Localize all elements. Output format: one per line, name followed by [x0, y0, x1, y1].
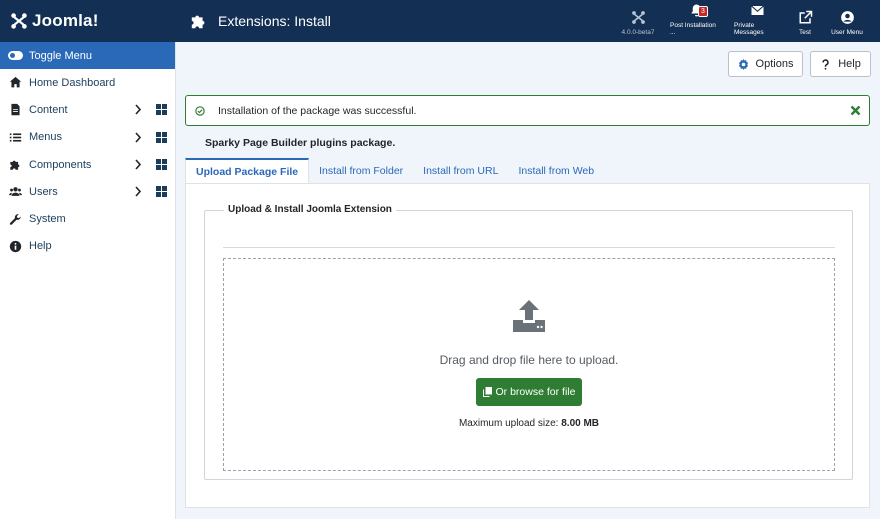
chevron-right-icon[interactable]: [134, 186, 142, 197]
chevron-right-icon[interactable]: [134, 132, 142, 143]
upload-panel: Upload & Install Joomla Extension Drag a…: [185, 183, 870, 508]
page-title-text: Extensions: Install: [218, 13, 331, 29]
browse-label: Or browse for file: [495, 386, 576, 398]
chevron-right-icon[interactable]: [134, 159, 142, 170]
check-circle-icon: [186, 105, 214, 116]
tab-upload-package-file[interactable]: Upload Package File: [185, 158, 310, 183]
help-label: Help: [838, 58, 861, 70]
header-actions: 4.0.0-beta7 3 Post Installation ... Priv…: [612, 0, 870, 42]
sidebar-item-menus[interactable]: Menus: [0, 124, 175, 151]
chevron-right-icon[interactable]: [134, 104, 142, 115]
dashboard-grid-icon[interactable]: [156, 158, 167, 170]
toggle-menu-button[interactable]: Toggle Menu: [0, 42, 175, 69]
options-label: Options: [755, 58, 794, 70]
home-icon: [8, 76, 22, 90]
tab-install-from-url[interactable]: Install from URL: [413, 158, 508, 183]
dashboard-grid-icon[interactable]: [156, 186, 167, 198]
sidebar-item-help[interactable]: Help: [0, 233, 175, 260]
puzzle-icon: [8, 158, 22, 172]
question-icon: [822, 58, 829, 70]
post-installation-label: Post Installation ...: [670, 22, 716, 36]
sidebar-item-label: Components: [29, 158, 92, 171]
users-icon: [8, 185, 22, 199]
tab-install-from-folder[interactable]: Install from Folder: [309, 158, 413, 183]
upload-fieldset: Upload & Install Joomla Extension Drag a…: [204, 204, 853, 480]
top-header: Joomla! Extensions: Install 4.0.0-beta7 …: [0, 0, 880, 42]
package-description: Sparky Page Builder plugins package.: [205, 137, 396, 149]
external-link-icon: [799, 10, 812, 24]
alert-message: Installation of the package was successf…: [218, 104, 417, 117]
joomla-logo-icon: [11, 13, 27, 29]
toggle-menu-label: Toggle Menu: [29, 49, 92, 62]
page-title: Extensions: Install: [176, 12, 331, 30]
max-upload-value: 8.00 MB: [561, 418, 600, 429]
close-icon[interactable]: [850, 105, 861, 116]
notification-badge: 3: [698, 6, 708, 17]
max-upload-label: Maximum upload size:: [458, 418, 562, 429]
wrench-icon: [8, 212, 22, 226]
gear-icon: [738, 58, 748, 70]
copy-icon: [482, 387, 492, 397]
options-button[interactable]: Options: [728, 51, 803, 77]
upload-icon: [513, 300, 545, 332]
sidebar-item-label: Help: [29, 240, 52, 253]
divider: [223, 247, 835, 248]
sidebar-item-label: System: [29, 213, 66, 226]
help-button[interactable]: Help: [810, 51, 871, 77]
sidebar-item-label: Home Dashboard: [29, 76, 116, 89]
brand-logo[interactable]: Joomla!: [0, 0, 176, 42]
toggle-switch-icon: [8, 51, 23, 60]
sidebar-item-users[interactable]: Users: [0, 178, 175, 205]
test-label: Test: [799, 29, 811, 36]
browse-file-button[interactable]: Or browse for file: [476, 378, 582, 406]
file-icon: [8, 103, 22, 117]
user-menu-label: User Menu: [831, 29, 863, 36]
joomla-icon: [631, 11, 645, 24]
install-tabs: Upload Package File Install from Folder …: [185, 158, 604, 183]
test-site-item[interactable]: Test: [786, 0, 824, 42]
drop-instruction: Drag and drop file here to upload.: [439, 353, 619, 367]
tab-install-from-web[interactable]: Install from Web: [508, 158, 604, 183]
envelope-icon: [750, 5, 764, 15]
dashboard-grid-icon[interactable]: [156, 104, 167, 116]
puzzle-icon: [191, 15, 205, 29]
private-messages-label: Private Messages: [734, 22, 764, 36]
sidebar-item-label: Content: [29, 103, 68, 116]
user-menu-item[interactable]: User Menu: [824, 0, 870, 42]
dashboard-grid-icon[interactable]: [156, 131, 167, 143]
sidebar-item-content[interactable]: Content: [0, 96, 175, 123]
private-messages-item[interactable]: Private Messages: [728, 0, 786, 42]
list-icon: [8, 130, 22, 144]
sidebar-item-label: Users: [29, 185, 58, 198]
sidebar-item-label: Menus: [29, 131, 63, 144]
fieldset-legend: Upload & Install Joomla Extension: [224, 204, 396, 215]
sidebar: Toggle Menu Home Dashboard Content Menus…: [0, 42, 176, 519]
sidebar-item-system[interactable]: System: [0, 205, 175, 232]
sidebar-item-home-dashboard[interactable]: Home Dashboard: [0, 69, 175, 96]
sidebar-item-components[interactable]: Components: [0, 151, 175, 178]
user-circle-icon: [840, 11, 854, 24]
brand-name: Joomla!: [32, 11, 99, 30]
post-installation-item[interactable]: 3 Post Installation ...: [664, 0, 728, 42]
version-item[interactable]: 4.0.0-beta7: [612, 0, 664, 42]
max-upload-size: Maximum upload size: 8.00 MB: [224, 418, 834, 429]
version-label: 4.0.0-beta7: [621, 29, 655, 36]
success-alert: Installation of the package was successf…: [185, 95, 870, 126]
upload-dropzone[interactable]: Drag and drop file here to upload. Or br…: [223, 258, 835, 471]
info-icon: [8, 239, 22, 253]
